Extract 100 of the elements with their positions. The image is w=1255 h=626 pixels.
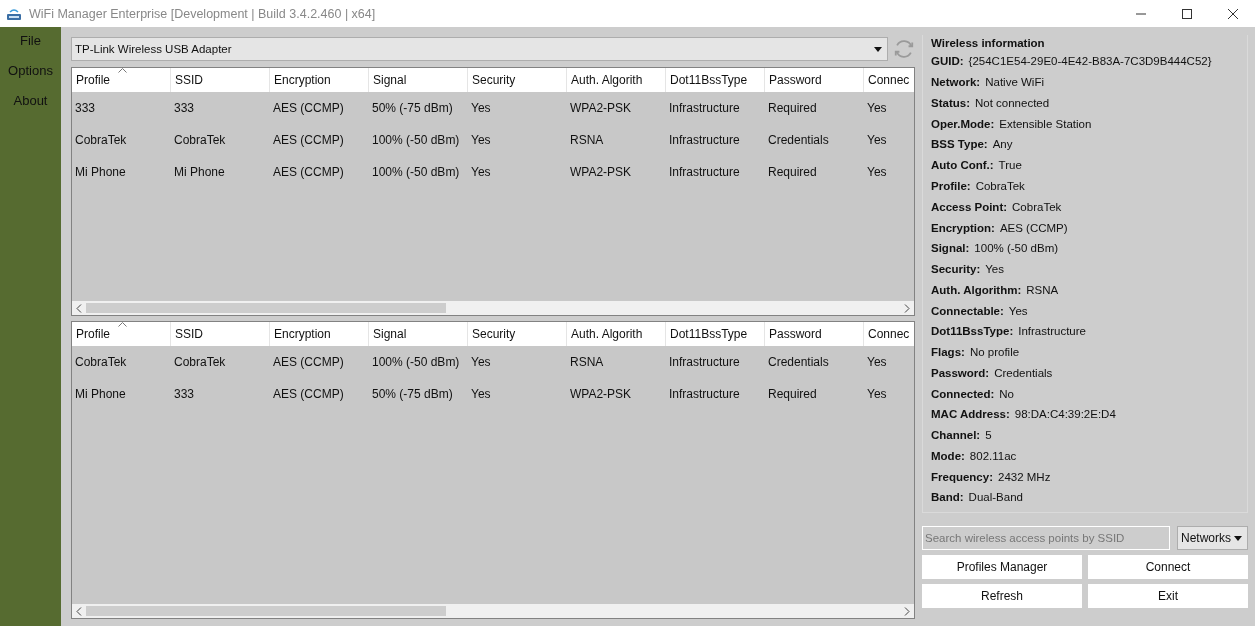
table-cell-text: Infrastructure xyxy=(668,386,741,403)
field-value: RSNA xyxy=(1026,283,1059,296)
column-header[interactable]: Dot11BssType xyxy=(666,68,765,92)
field-label: Auth. Algorithm: xyxy=(931,283,1022,296)
view-dropdown[interactable]: Networks xyxy=(1177,526,1248,550)
column-header[interactable]: Dot11BssType xyxy=(666,322,765,346)
column-header[interactable]: Connec xyxy=(864,68,914,92)
field-label: Auto Conf.: xyxy=(931,159,994,172)
field-value: Yes xyxy=(1008,304,1028,317)
table-cell-text: Infrastructure xyxy=(668,164,741,181)
field-label: Flags: xyxy=(931,346,965,359)
table-cell-text: Yes xyxy=(866,132,888,149)
action-button[interactable]: Connect xyxy=(1088,555,1248,579)
field-value: Extensible Station xyxy=(999,117,1092,130)
table-cell-text: Credentials xyxy=(767,132,830,149)
dropdown-arrow-icon xyxy=(1234,535,1242,541)
table-cell-text: Mi Phone xyxy=(173,164,226,181)
action-button[interactable]: Profiles Manager xyxy=(922,555,1082,579)
column-header[interactable]: Auth. Algorith xyxy=(567,68,666,92)
table-cell-text: Infrastructure xyxy=(668,132,741,149)
column-header[interactable]: SSID xyxy=(171,322,270,346)
action-button[interactable]: Refresh xyxy=(922,584,1082,608)
table-cell-text: Required xyxy=(767,386,818,403)
field-value: AES (CCMP) xyxy=(999,221,1068,234)
scrollbar-thumb[interactable] xyxy=(86,303,446,313)
field-value: 100% (-50 dBm) xyxy=(974,242,1059,255)
field-value: Yes xyxy=(985,263,1004,276)
table-cell-text: Mi Phone xyxy=(74,164,127,181)
field-value: Infrastructure xyxy=(1018,325,1086,338)
scroll-right-icon[interactable] xyxy=(904,606,910,616)
table-cell-text: AES (CCMP) xyxy=(272,132,345,149)
table-cell-text: Yes xyxy=(866,354,888,371)
column-header[interactable]: Profile xyxy=(72,322,171,346)
table-cell-text: AES (CCMP) xyxy=(272,354,345,371)
field-label: Security: xyxy=(931,263,981,276)
field-label: Frequency: xyxy=(931,470,993,483)
table-cell-text: CobraTek xyxy=(173,132,227,149)
column-header[interactable]: Password xyxy=(765,322,864,346)
field-label: Mode: xyxy=(931,449,965,462)
field-label: Dot11BssType: xyxy=(931,325,1014,338)
field-label: Profile: xyxy=(931,179,971,192)
field-label: GUID: xyxy=(931,55,964,68)
refresh-icon[interactable] xyxy=(893,38,915,60)
close-icon[interactable] xyxy=(1227,7,1239,20)
dropdown-arrow-icon xyxy=(874,46,883,52)
field-label: Connected: xyxy=(931,387,995,400)
search-field[interactable]: Search wireless access points by SSID xyxy=(922,526,1170,550)
column-header[interactable]: Security xyxy=(468,68,567,92)
column-header[interactable]: Auth. Algorith xyxy=(567,322,666,346)
table-cell-text: Required xyxy=(767,164,818,181)
table-cell-text: RSNA xyxy=(569,132,605,149)
column-header[interactable]: Encryption xyxy=(270,68,369,92)
column-header[interactable]: SSID xyxy=(171,68,270,92)
field-label: Encryption: xyxy=(931,221,995,234)
table-cell-text: Required xyxy=(767,100,818,117)
table-cell-text: 333 xyxy=(173,100,196,117)
table-cell-text: WPA2-PSK xyxy=(569,100,633,117)
column-header[interactable]: Password xyxy=(765,68,864,92)
field-label: Access Point: xyxy=(931,200,1008,213)
column-header[interactable]: Signal xyxy=(369,68,468,92)
field-value: True xyxy=(998,159,1022,172)
scroll-left-icon[interactable] xyxy=(76,606,82,616)
table-cell-text: 100% (-50 dBm) xyxy=(371,354,461,371)
table-cell-text: Yes xyxy=(866,164,888,181)
column-header[interactable]: Profile xyxy=(72,68,171,92)
scroll-right-icon[interactable] xyxy=(904,303,910,313)
field-value: CobraTek xyxy=(975,179,1025,192)
table-cell-text: 333 xyxy=(173,386,196,403)
table-cell-text: Mi Phone xyxy=(74,386,127,403)
table-cell-text: CobraTek xyxy=(74,354,128,371)
table-cell-text: 100% (-50 dBm) xyxy=(371,132,461,149)
scroll-left-icon[interactable] xyxy=(76,303,82,313)
field-label: Connectable: xyxy=(931,304,1004,317)
field-value: CobraTek xyxy=(1012,200,1062,213)
column-header[interactable]: Connec xyxy=(864,322,914,346)
column-header[interactable]: Signal xyxy=(369,322,468,346)
table-cell-text: Infrastructure xyxy=(668,100,741,117)
table-cell-text: AES (CCMP) xyxy=(272,164,345,181)
field-label: Status: xyxy=(931,96,970,109)
panel-title: Wireless information xyxy=(931,36,1046,51)
field-value: No profile xyxy=(969,346,1020,359)
field-value: Not connected xyxy=(975,96,1050,109)
table-cell-text: Yes xyxy=(866,100,888,117)
table-cell-text: Yes xyxy=(470,164,492,181)
field-value: No xyxy=(999,387,1014,400)
field-value: 802.11ac xyxy=(969,449,1017,462)
field-label: Password: xyxy=(931,366,990,379)
column-header[interactable]: Security xyxy=(468,322,567,346)
field-label: MAC Address: xyxy=(931,408,1010,421)
field-value: Dual-Band xyxy=(968,491,1023,504)
horizontal-scrollbar[interactable] xyxy=(72,301,914,315)
scrollbar-thumb[interactable] xyxy=(86,606,446,616)
field-value: Credentials xyxy=(994,366,1053,379)
maximize-icon[interactable] xyxy=(1181,7,1193,20)
action-button[interactable]: Exit xyxy=(1088,584,1248,608)
field-label: Channel: xyxy=(931,429,981,442)
horizontal-scrollbar[interactable] xyxy=(72,604,914,618)
adapter-dropdown[interactable]: TP-Link Wireless USB Adapter xyxy=(71,37,889,61)
column-header[interactable]: Encryption xyxy=(270,322,369,346)
table-cell-text: 100% (-50 dBm) xyxy=(371,164,461,181)
